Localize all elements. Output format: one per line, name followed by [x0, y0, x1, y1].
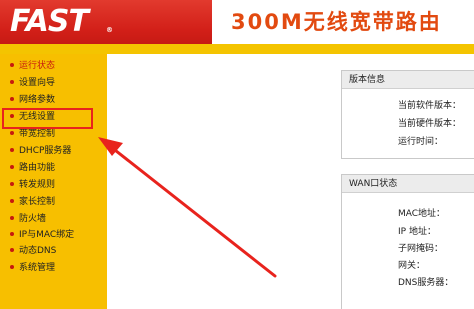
- sidebar-item-label: 运行状态: [19, 61, 56, 71]
- bullet-icon: [10, 231, 14, 236]
- sidebar-item-parental[interactable]: 家长控制: [10, 194, 55, 211]
- bullet-icon: [10, 264, 14, 269]
- sidebar-item-ip-mac[interactable]: IP与MAC绑定: [10, 227, 74, 244]
- highlight-box: [2, 108, 93, 129]
- gateway-label: 网关：: [398, 261, 426, 271]
- title-box: 300M无线宽带路由: [212, 0, 474, 44]
- sidebar-item-ddns[interactable]: 动态DNS: [10, 243, 56, 260]
- bullet-icon: [10, 147, 14, 152]
- sidebar-item-label: 系统管理: [19, 263, 56, 273]
- hardware-version-label: 当前硬件版本：: [398, 119, 462, 129]
- page-title: 300M无线宽带路由: [231, 10, 442, 34]
- uptime-label: 运行时间：: [398, 137, 444, 147]
- sidebar-item-label: 设置向导: [19, 78, 56, 88]
- subnet-mask-label: 子网掩码：: [398, 244, 444, 254]
- bullet-icon: [10, 215, 14, 220]
- bullet-icon: [10, 130, 14, 135]
- sidebar-item-label: 带宽控制: [19, 129, 56, 139]
- fast-logo: FAST ®: [10, 3, 113, 41]
- sidebar-item-label: 防火墙: [19, 214, 47, 224]
- sidebar-item-label: 路由功能: [19, 163, 56, 173]
- sidebar-item-dhcp[interactable]: DHCP服务器: [10, 143, 71, 160]
- sidebar-item-system[interactable]: 系统管理: [10, 260, 55, 277]
- main-content: 版本信息 当前软件版本： 当前硬件版本： 运行时间： WAN口状态 MAC地址：…: [107, 54, 474, 309]
- mac-address-label: MAC地址：: [398, 209, 446, 219]
- sidebar: 运行状态 设置向导 网络参数 无线设置 带宽控制 DHCP服务器 路由功能 转发…: [0, 54, 107, 309]
- sidebar-item-network[interactable]: 网络参数: [10, 92, 55, 109]
- panel-title: WAN口状态: [342, 175, 474, 193]
- sidebar-item-firewall[interactable]: 防火墙: [10, 211, 46, 228]
- logo-text: FAST: [10, 4, 89, 39]
- sidebar-item-label: 动态DNS: [19, 246, 57, 256]
- sidebar-item-label: 家长控制: [19, 197, 56, 207]
- sidebar-item-forwarding[interactable]: 转发规则: [10, 177, 55, 194]
- bullet-icon: [10, 96, 14, 101]
- dns-server-label: DNS服务器：: [398, 278, 454, 288]
- panel-title: 版本信息: [342, 71, 474, 89]
- sidebar-item-label: 转发规则: [19, 180, 56, 190]
- sidebar-item-routing[interactable]: 路由功能: [10, 160, 55, 177]
- sidebar-item-label: DHCP服务器: [19, 146, 72, 156]
- sidebar-item-label: IP与MAC绑定: [19, 230, 75, 240]
- sidebar-item-label: 网络参数: [19, 95, 56, 105]
- bullet-icon: [10, 164, 14, 169]
- sidebar-item-status[interactable]: 运行状态: [10, 58, 55, 75]
- bullet-icon: [10, 198, 14, 203]
- wan-status-panel: WAN口状态 MAC地址： IP 地址： 子网掩码： 网关： DNS服务器：: [341, 174, 474, 309]
- sidebar-item-setup-wizard[interactable]: 设置向导: [10, 75, 55, 92]
- bullet-icon: [10, 62, 14, 67]
- ip-address-label: IP 地址：: [398, 227, 436, 237]
- header-bar: FAST ® 300M无线宽带路由: [0, 0, 474, 44]
- registered-mark: ®: [106, 26, 113, 34]
- bullet-icon: [10, 79, 14, 84]
- header-strip: [0, 44, 474, 54]
- bullet-icon: [10, 247, 14, 252]
- bullet-icon: [10, 181, 14, 186]
- version-info-panel: 版本信息 当前软件版本： 当前硬件版本： 运行时间：: [341, 70, 474, 159]
- software-version-label: 当前软件版本：: [398, 101, 462, 111]
